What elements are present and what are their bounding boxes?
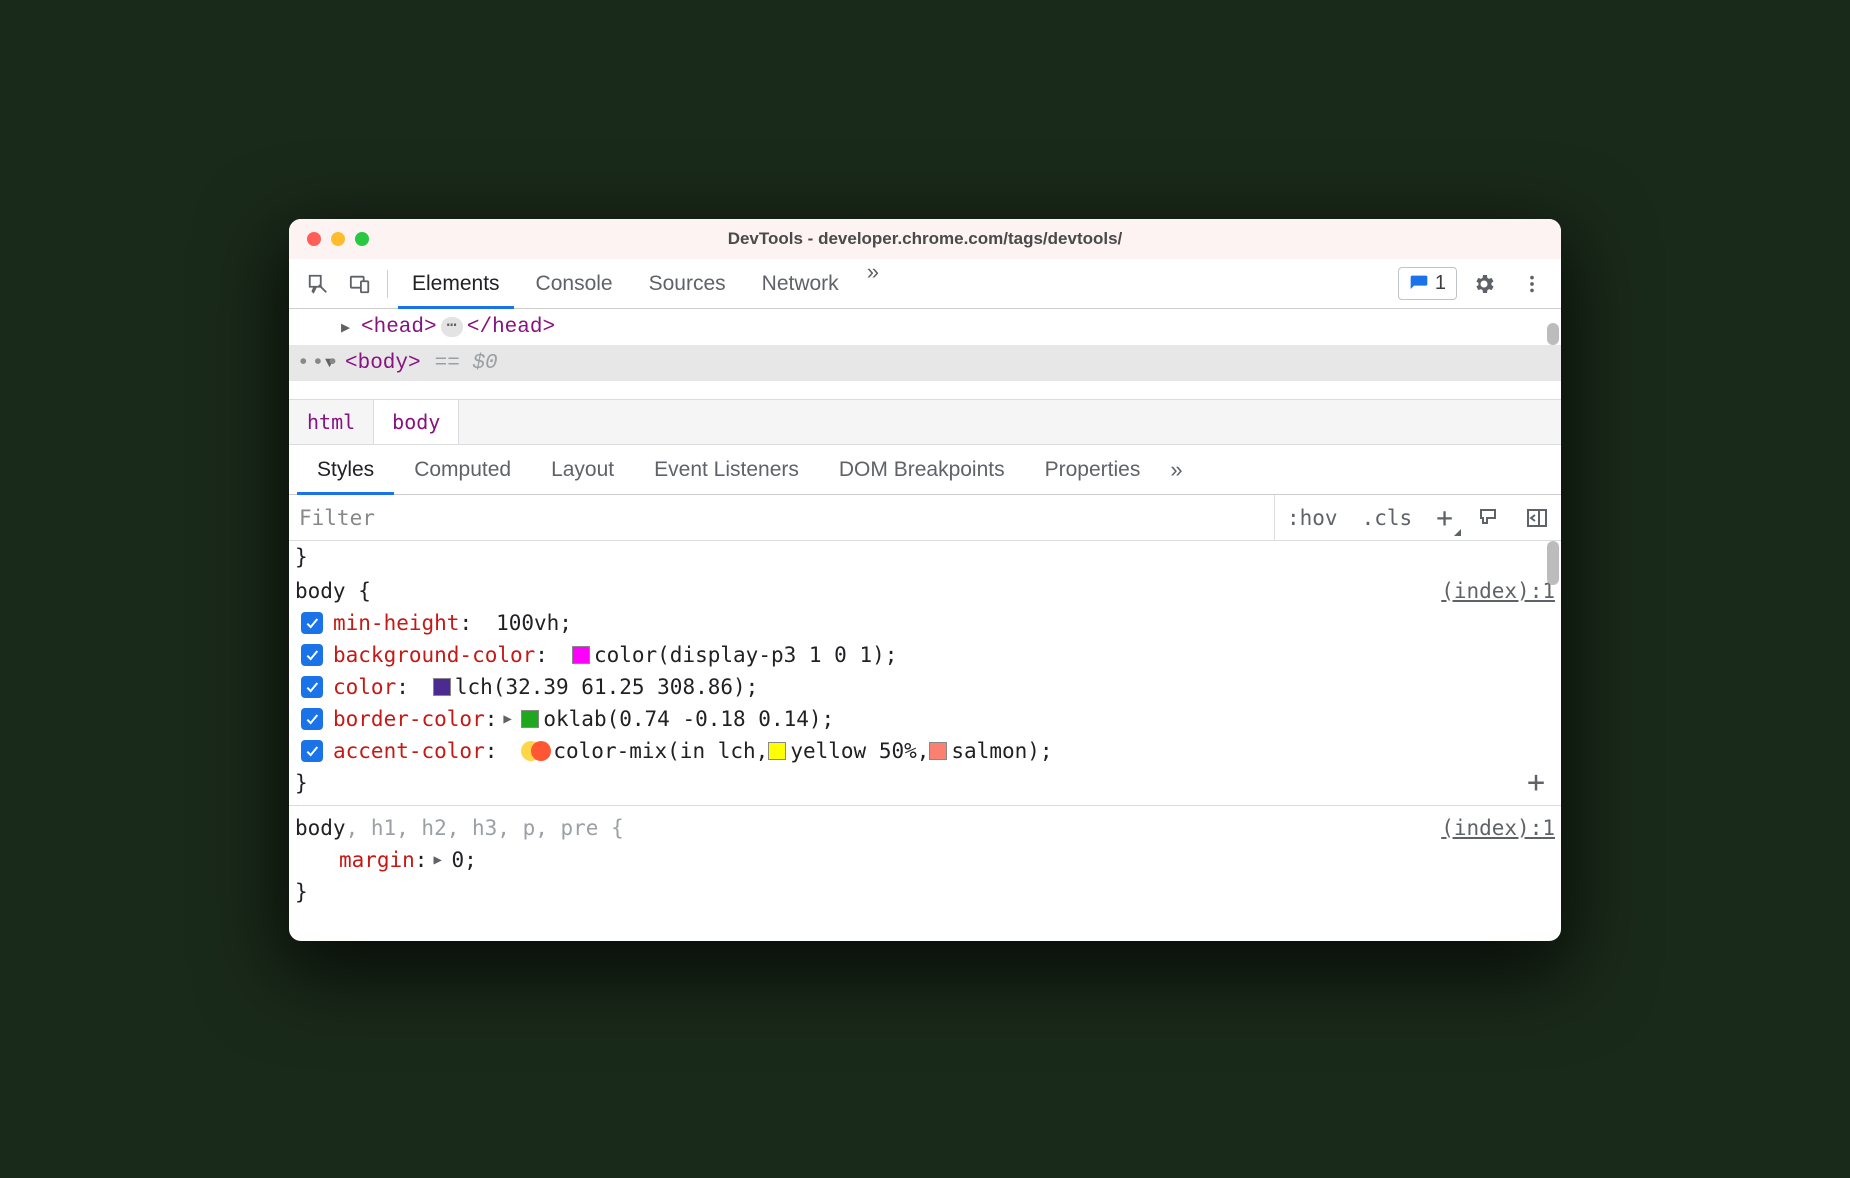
issues-badge[interactable]: 1	[1398, 267, 1457, 300]
styles-filter-bar: :hov .cls +	[289, 495, 1561, 541]
property-value[interactable]: 100vh;	[496, 607, 572, 639]
color-swatch-icon[interactable]	[521, 710, 539, 728]
property-value[interactable]: color-mix(in lch,	[553, 735, 768, 767]
expand-triangle-icon[interactable]: ▶	[433, 844, 447, 876]
expand-triangle-icon[interactable]: ▶	[503, 703, 517, 735]
property-value[interactable]: 0;	[451, 844, 476, 876]
inspect-element-icon[interactable]	[297, 263, 339, 305]
ellipsis-icon[interactable]: ⋯	[441, 317, 463, 337]
rule-close-brace: }+	[295, 767, 1555, 799]
property-name[interactable]: margin	[339, 844, 415, 876]
devtools-window: DevTools - developer.chrome.com/tags/dev…	[289, 219, 1561, 941]
tab-console[interactable]: Console	[518, 259, 631, 308]
property-value[interactable]: color(display-p3 1 0 1);	[594, 639, 897, 671]
color-swatch-icon[interactable]	[768, 742, 786, 760]
selected-node-indicator-icon: •••	[297, 352, 341, 375]
property-enabled-checkbox[interactable]	[301, 708, 323, 730]
rule-selector[interactable]: body {	[295, 575, 371, 607]
add-property-button[interactable]: +	[1527, 767, 1545, 799]
dom-tree[interactable]: ▶ <head> ⋯ </head> ••• ▼ <body> == $0	[289, 309, 1561, 399]
tab-network[interactable]: Network	[744, 259, 857, 308]
property-name[interactable]: color	[333, 671, 396, 703]
styles-rules-pane[interactable]: }body {(index):1min-height: 100vh;backgr…	[289, 541, 1561, 941]
toolbar-separator	[387, 270, 388, 298]
computed-toggle-icon[interactable]	[1513, 495, 1561, 540]
rule-selector[interactable]: body, h1, h2, h3, p, pre {	[295, 812, 624, 844]
property-value[interactable]: lch(32.39 61.25 308.86);	[455, 671, 758, 703]
breadcrumb-html[interactable]: html	[289, 400, 373, 444]
window-title: DevTools - developer.chrome.com/tags/dev…	[289, 229, 1561, 249]
dom-node-body[interactable]: ••• ▼ <body> == $0	[289, 345, 1561, 381]
main-toolbar: Elements Console Sources Network » 1	[289, 259, 1561, 309]
styles-scrollbar[interactable]	[1547, 541, 1559, 585]
device-toggle-icon[interactable]	[339, 263, 381, 305]
rule-close-brace: }	[295, 876, 1555, 908]
more-tabs-chevron-icon[interactable]: »	[857, 259, 889, 308]
styles-filter-input[interactable]	[289, 495, 1275, 540]
tab-elements[interactable]: Elements	[394, 259, 518, 308]
tab-sources[interactable]: Sources	[631, 259, 744, 308]
property-enabled-checkbox[interactable]	[301, 676, 323, 698]
property-enabled-checkbox[interactable]	[301, 644, 323, 666]
dom-scrollbar[interactable]	[1545, 309, 1561, 399]
property-name[interactable]: min-height	[333, 607, 459, 639]
color-swatch-icon[interactable]	[572, 646, 590, 664]
window-titlebar: DevTools - developer.chrome.com/tags/dev…	[289, 219, 1561, 259]
css-declaration[interactable]: background-color: color(display-p3 1 0 1…	[295, 639, 1555, 671]
panel-tabs: Elements Console Sources Network »	[394, 259, 889, 308]
dom-tag: <head>	[361, 316, 437, 339]
settings-gear-icon[interactable]	[1463, 263, 1505, 305]
property-value[interactable]: oklab(0.74 -0.18 0.14);	[543, 703, 834, 735]
dom-node-head[interactable]: ▶ <head> ⋯ </head>	[289, 309, 1561, 345]
cls-toggle[interactable]: .cls	[1350, 495, 1425, 540]
dom-ref-hint: == $0	[435, 352, 498, 375]
more-styles-tabs-chevron-icon[interactable]: »	[1160, 457, 1192, 483]
dom-tag: </head>	[467, 316, 555, 339]
property-name[interactable]: background-color	[333, 639, 535, 671]
rule-origin-link[interactable]: (index):1	[1441, 575, 1555, 607]
property-name[interactable]: accent-color	[333, 735, 485, 767]
breadcrumb-body[interactable]: body	[373, 400, 459, 444]
styles-paintbrush-icon[interactable]	[1465, 495, 1513, 540]
styles-pane-tabs: Styles Computed Layout Event Listeners D…	[289, 445, 1561, 495]
kebab-menu-icon[interactable]	[1511, 263, 1553, 305]
new-style-rule-button[interactable]: +	[1424, 495, 1465, 540]
issues-count: 1	[1435, 272, 1446, 295]
color-swatch-icon[interactable]	[433, 678, 451, 696]
tab-styles[interactable]: Styles	[297, 445, 394, 494]
css-declaration[interactable]: min-height: 100vh;	[295, 607, 1555, 639]
tab-properties[interactable]: Properties	[1025, 445, 1161, 494]
css-declaration[interactable]: border-color:▶oklab(0.74 -0.18 0.14);	[295, 703, 1555, 735]
property-enabled-checkbox[interactable]	[301, 612, 323, 634]
css-rule: body { (index):1min-height: 100vh;backgro…	[295, 573, 1555, 801]
rule-close-brace: }	[295, 541, 1555, 573]
hov-toggle[interactable]: :hov	[1275, 495, 1350, 540]
css-declaration[interactable]: margin:▶0;	[295, 844, 1555, 876]
rule-origin-link[interactable]: (index):1	[1441, 812, 1555, 844]
dom-node-child-peek	[289, 381, 1561, 399]
tab-dom-breakpoints[interactable]: DOM Breakpoints	[819, 445, 1025, 494]
tab-computed[interactable]: Computed	[394, 445, 531, 494]
rule-separator	[289, 805, 1561, 806]
color-mix-swatch-icon[interactable]	[521, 740, 549, 762]
dom-breadcrumbs: html body	[289, 399, 1561, 445]
color-swatch-icon[interactable]	[929, 742, 947, 760]
dom-tag: <body>	[345, 352, 421, 375]
tab-event-listeners[interactable]: Event Listeners	[634, 445, 819, 494]
expand-triangle-icon[interactable]: ▶	[341, 318, 359, 337]
css-declaration[interactable]: accent-color: color-mix(in lch, yellow 5…	[295, 735, 1555, 767]
property-name[interactable]: border-color	[333, 703, 485, 735]
property-enabled-checkbox[interactable]	[301, 740, 323, 762]
tab-layout[interactable]: Layout	[531, 445, 634, 494]
css-rule: body, h1, h2, h3, p, pre { (index):1 marg…	[295, 810, 1555, 910]
css-declaration[interactable]: color: lch(32.39 61.25 308.86);	[295, 671, 1555, 703]
